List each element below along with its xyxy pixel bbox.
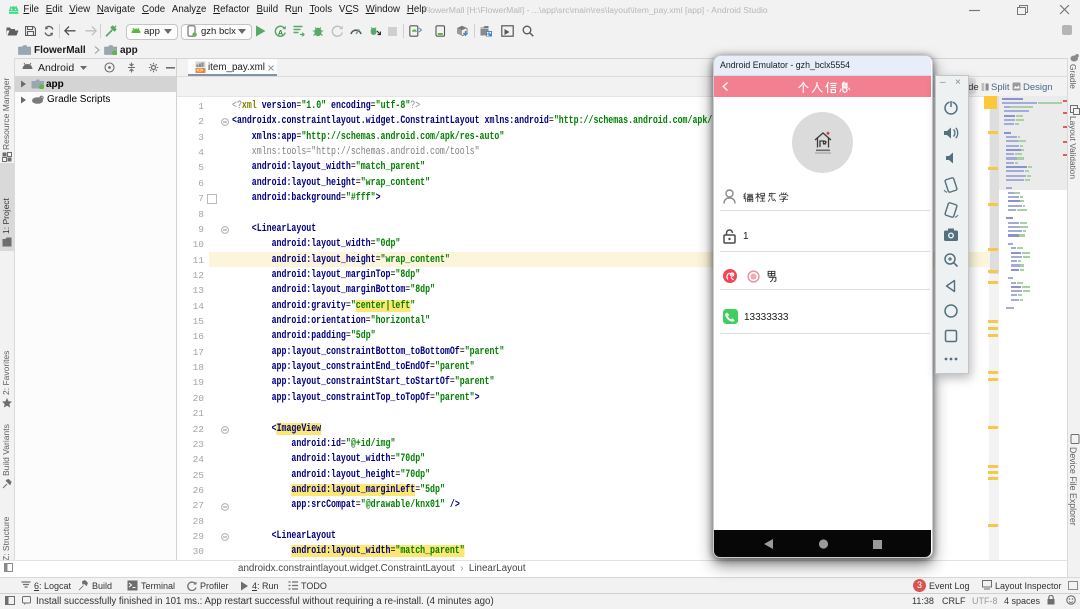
svg-text:<>: <> [197,67,204,73]
svg-text:A: A [278,30,283,37]
